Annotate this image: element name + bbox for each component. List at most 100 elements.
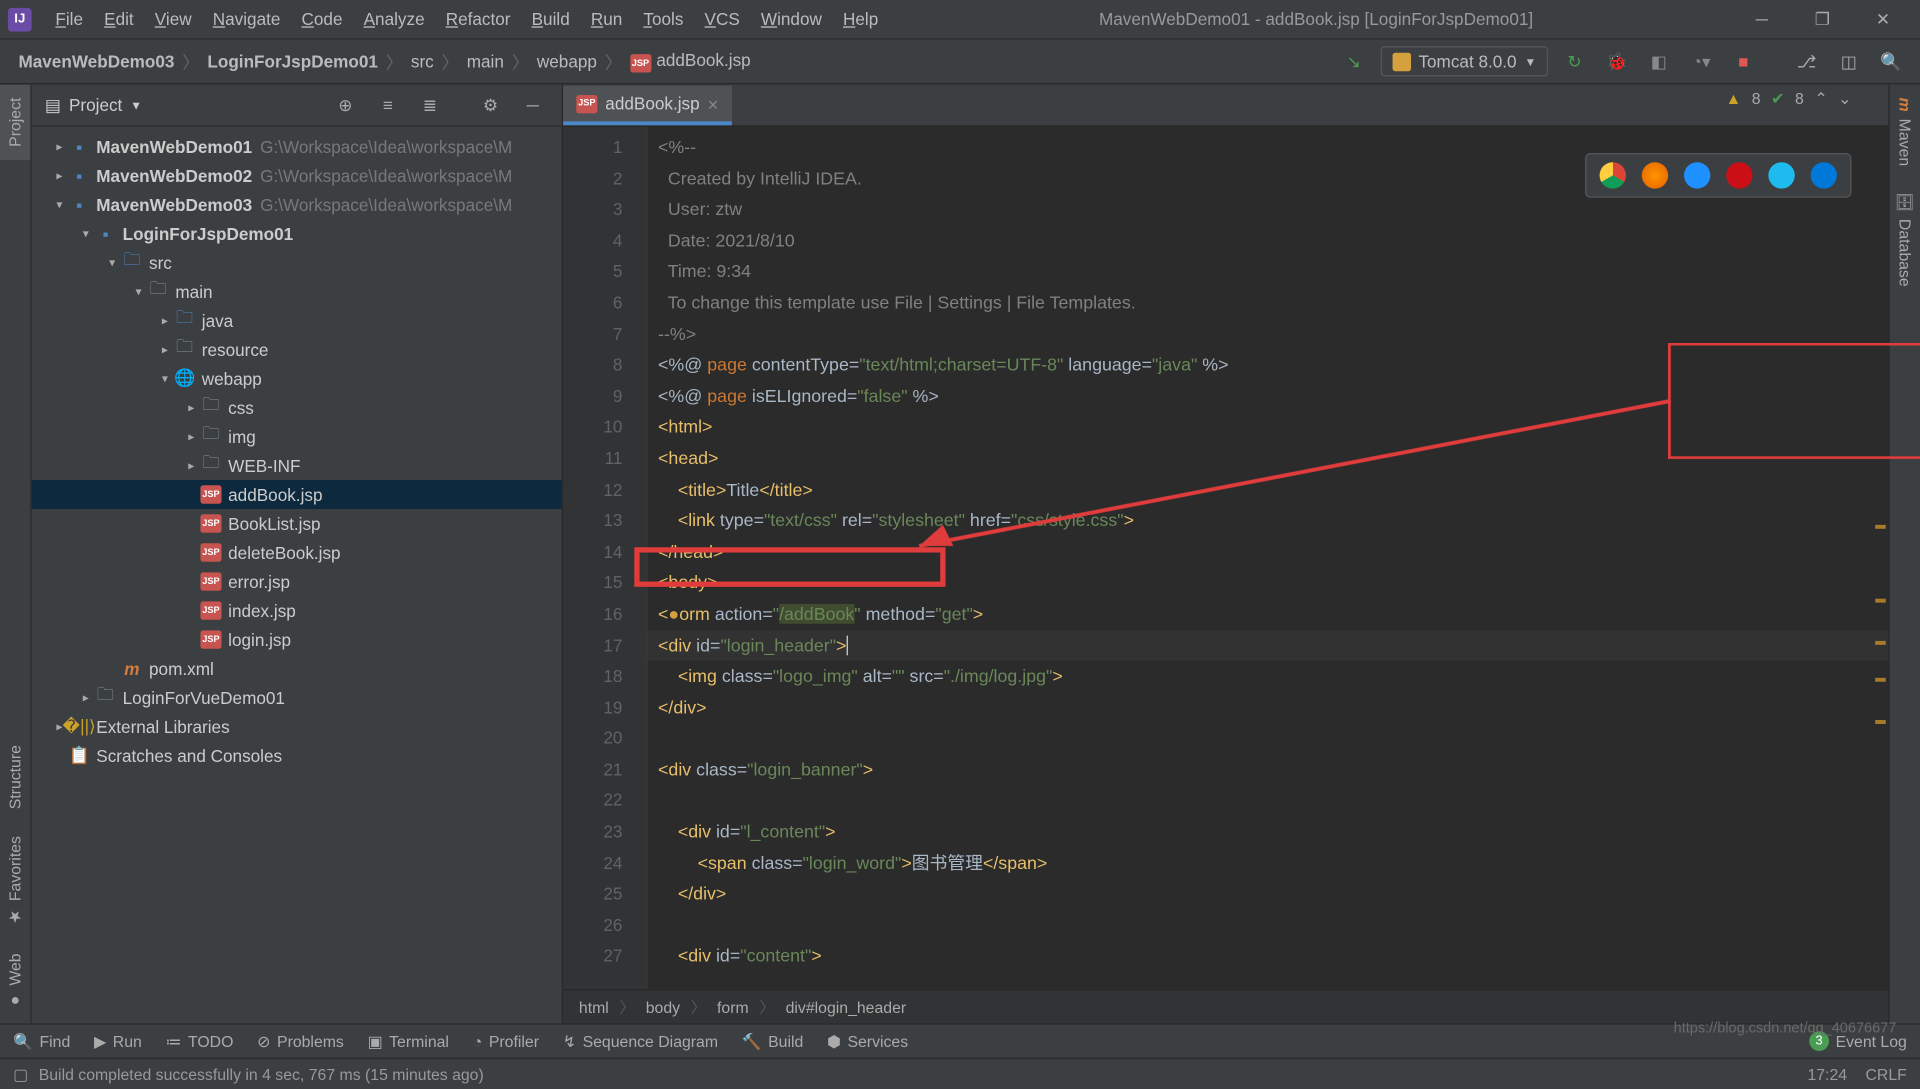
status-time: 17:24: [1807, 1065, 1847, 1083]
tree-row[interactable]: ▾🗀main: [32, 277, 562, 306]
menu-edit[interactable]: Edit: [94, 4, 145, 34]
search-everywhere-icon[interactable]: 🔍: [1875, 45, 1907, 77]
line-gutter[interactable]: 1234567891011121314151617181920212223242…: [563, 127, 647, 989]
menu-build[interactable]: Build: [521, 4, 580, 34]
stop-icon[interactable]: ■: [1727, 45, 1759, 77]
ed-crumb-1[interactable]: body: [646, 998, 680, 1016]
tab-project[interactable]: Project: [0, 84, 30, 160]
menu-window[interactable]: Window: [750, 4, 832, 34]
find-tool[interactable]: 🔍 Find: [13, 1032, 70, 1050]
ed-crumb-2[interactable]: form: [717, 998, 749, 1016]
expand-all-icon[interactable]: ≡: [372, 89, 404, 121]
tree-row[interactable]: JSPerror.jsp: [32, 567, 562, 596]
editor-breadcrumb[interactable]: html〉body〉form〉div#login_header: [563, 989, 1888, 1023]
tab-favorites[interactable]: ★ Favorites: [0, 823, 30, 940]
terminal-tool[interactable]: ▣ Terminal: [368, 1032, 449, 1050]
tree-row[interactable]: ▸�||⟩External Libraries: [32, 712, 562, 741]
chevron-down-icon[interactable]: ⌄: [1838, 90, 1851, 108]
ed-crumb-3[interactable]: div#login_header: [786, 998, 907, 1016]
tree-row[interactable]: ▾🌐webapp: [32, 364, 562, 393]
tree-row[interactable]: ▸▪MavenWebDemo01G:\Workspace\Idea\worksp…: [32, 132, 562, 161]
main-menu: FileEditViewNavigateCodeAnalyzeRefactorB…: [45, 4, 889, 34]
maximize-button[interactable]: ❐: [1804, 6, 1841, 32]
minimize-button[interactable]: ─: [1743, 6, 1780, 32]
menu-tools[interactable]: Tools: [633, 4, 694, 34]
tree-row[interactable]: JSPaddBook.jsp: [32, 480, 562, 509]
line-ending[interactable]: CRLF: [1866, 1065, 1907, 1083]
tree-row[interactable]: ▾▪MavenWebDemo03G:\Workspace\Idea\worksp…: [32, 190, 562, 219]
tree-row[interactable]: ▸🗀LoginForVueDemo01: [32, 683, 562, 712]
tree-row[interactable]: JSPindex.jsp: [32, 596, 562, 625]
tree-row[interactable]: ▸🗀img: [32, 422, 562, 451]
coverage-icon[interactable]: ◧: [1643, 45, 1675, 77]
menu-code[interactable]: Code: [291, 4, 353, 34]
panel-icon[interactable]: ◫: [1833, 45, 1865, 77]
profile-icon[interactable]: ◔▾: [1685, 45, 1717, 77]
chevron-up-icon[interactable]: ⌃: [1814, 90, 1827, 108]
panel-toggle-icon[interactable]: ▢: [13, 1065, 28, 1083]
tree-row[interactable]: mpom.xml: [32, 654, 562, 683]
tree-row[interactable]: JSPlogin.jsp: [32, 625, 562, 654]
gear-icon[interactable]: ⚙: [475, 89, 507, 121]
menu-vcs[interactable]: VCS: [694, 4, 750, 34]
code-editor[interactable]: <%-- Created by IntelliJ IDEA. User: ztw…: [647, 127, 1888, 989]
menu-refactor[interactable]: Refactor: [435, 4, 521, 34]
tree-row[interactable]: ▸🗀WEB-INF: [32, 451, 562, 480]
debug-icon[interactable]: 🐞: [1601, 45, 1633, 77]
git-icon[interactable]: ⎇: [1791, 45, 1823, 77]
sequence-tool[interactable]: ↯ Sequence Diagram: [563, 1032, 718, 1050]
titlebar: IJ FileEditViewNavigateCodeAnalyzeRefact…: [0, 0, 1920, 40]
tab-addbook[interactable]: JSP addBook.jsp ×: [563, 86, 731, 126]
build-tool[interactable]: 🔨 Build: [742, 1032, 804, 1050]
collapse-all-icon[interactable]: ≣: [414, 89, 446, 121]
run-tool[interactable]: ▶ Run: [94, 1032, 142, 1050]
safari-icon[interactable]: [1684, 162, 1710, 188]
update-icon[interactable]: ↻: [1559, 45, 1591, 77]
tomcat-icon: [1392, 52, 1410, 70]
panel-title[interactable]: ▤ Project ▼: [45, 94, 142, 115]
tree-row[interactable]: JSPdeleteBook.jsp: [32, 538, 562, 567]
menu-help[interactable]: Help: [832, 4, 888, 34]
crumb-2[interactable]: src: [406, 51, 439, 71]
opera-icon[interactable]: [1726, 162, 1752, 188]
menu-analyze[interactable]: Analyze: [353, 4, 435, 34]
menu-view[interactable]: View: [144, 4, 202, 34]
menu-file[interactable]: File: [45, 4, 94, 34]
tab-structure[interactable]: Structure: [0, 733, 30, 824]
firefox-icon[interactable]: [1642, 162, 1668, 188]
select-opened-icon[interactable]: ⊕: [330, 89, 362, 121]
services-tool[interactable]: ⬢ Services: [827, 1032, 908, 1050]
tree-row[interactable]: ▸🗀resource: [32, 335, 562, 364]
run-config-selector[interactable]: Tomcat 8.0.0 ▼: [1380, 46, 1548, 76]
project-tree[interactable]: ▸▪MavenWebDemo01G:\Workspace\Idea\worksp…: [32, 127, 562, 1024]
crumb-4[interactable]: webapp: [532, 51, 603, 71]
ed-crumb-0[interactable]: html: [579, 998, 609, 1016]
chrome-icon[interactable]: [1600, 162, 1626, 188]
menu-navigate[interactable]: Navigate: [202, 4, 291, 34]
tab-database[interactable]: 🗄 Database: [1890, 179, 1920, 300]
todo-tool[interactable]: ≔ TODO: [166, 1032, 234, 1050]
crumb-5[interactable]: JSPaddBook.jsp: [625, 50, 756, 73]
close-icon[interactable]: ×: [708, 93, 719, 114]
hide-icon[interactable]: ─: [517, 89, 549, 121]
ie-icon[interactable]: [1768, 162, 1794, 188]
tree-row[interactable]: ▾▪LoginForJspDemo01: [32, 219, 562, 248]
tree-row[interactable]: 📋Scratches and Consoles: [32, 741, 562, 770]
tree-row[interactable]: ▸🗀java: [32, 306, 562, 335]
tree-row[interactable]: ▸🗀css: [32, 393, 562, 422]
close-button[interactable]: ✕: [1865, 6, 1902, 32]
menu-run[interactable]: Run: [580, 4, 633, 34]
tree-row[interactable]: JSPBookList.jsp: [32, 509, 562, 538]
crumb-3[interactable]: main: [461, 51, 509, 71]
inspection-widget[interactable]: ▲8 ✔8 ⌃ ⌄: [1726, 90, 1852, 108]
tab-web[interactable]: ● Web: [0, 940, 30, 1024]
tree-row[interactable]: ▸▪MavenWebDemo02G:\Workspace\Idea\worksp…: [32, 161, 562, 190]
tab-maven[interactable]: m Maven: [1890, 84, 1920, 179]
profiler-tool[interactable]: ◔ Profiler: [473, 1032, 539, 1050]
build-hammer-icon[interactable]: ↘: [1338, 45, 1370, 77]
problems-tool[interactable]: ⊘ Problems: [257, 1032, 344, 1050]
tree-row[interactable]: ▾🗀src: [32, 248, 562, 277]
edge-icon[interactable]: [1811, 162, 1837, 188]
crumb-0[interactable]: MavenWebDemo03: [13, 51, 179, 71]
crumb-1[interactable]: LoginForJspDemo01: [202, 51, 383, 71]
